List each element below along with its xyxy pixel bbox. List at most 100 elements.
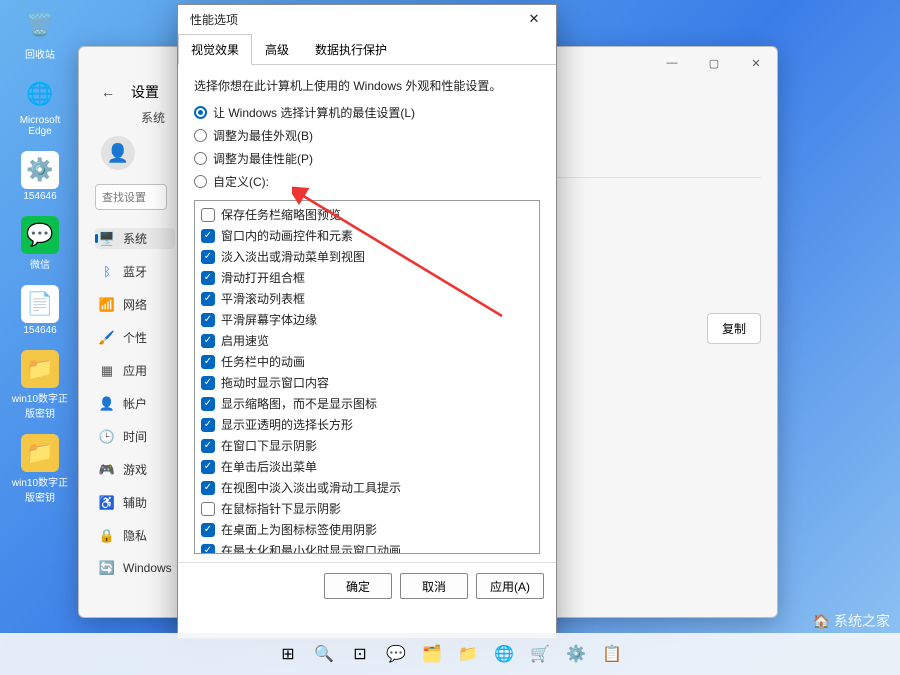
desktop-icon[interactable]: 🌐Microsoft Edge [10,75,70,137]
nav-icon: ▦ [99,363,115,379]
sidebar-item[interactable]: 🎮游戏 [95,459,175,480]
checkbox-label: 在最大化和最小化时显示窗口动画 [221,542,401,554]
radio-icon [194,106,207,119]
copy-button[interactable]: 复制 [707,313,761,344]
sidebar-item[interactable]: 🕒时间 [95,426,175,447]
checkbox-label: 滑动打开组合框 [221,269,305,286]
radio-label: 调整为最佳外观(B) [213,127,313,144]
sidebar-item[interactable]: 🔒隐私 [95,525,175,546]
checkbox-label: 淡入淡出或滑动菜单到视图 [221,248,365,265]
checkbox-icon: ✓ [201,292,215,306]
checkbox-icon: ✓ [201,418,215,432]
checkbox-row[interactable]: ✓ 平滑滚动列表框 [201,289,533,308]
checkbox-row[interactable]: ✓ 在视图中淡入淡出或滑动工具提示 [201,478,533,497]
nav-label: Windows [123,561,172,575]
settings-title: 设置 [131,82,159,102]
checkbox-row[interactable]: ✓在窗口下显示阴影 [201,436,533,455]
nav-label: 应用 [123,362,147,379]
perf-tab[interactable]: 视觉效果 [178,34,252,65]
apply-button[interactable]: 应用(A) [476,573,544,599]
dialog-close-button[interactable]: ✕ [518,7,550,31]
taskbar-icon[interactable]: ⊡ [346,640,374,668]
desktop-icon[interactable]: ⚙️154646 [10,151,70,202]
taskbar-icon[interactable]: 📋 [598,640,626,668]
settings-close-button[interactable]: ✕ [735,47,777,79]
desktop-icon[interactable]: 📁win10数字正版密钥 [10,434,70,504]
checkbox-icon [201,502,215,516]
checkbox-label: 在窗口下显示阴影 [221,437,317,454]
checkbox-row[interactable]: ✓平滑屏幕字体边缘 [201,310,533,329]
taskbar-icon[interactable]: 📁 [454,640,482,668]
radio-option[interactable]: 让 Windows 选择计算机的最佳设置(L) [194,104,540,121]
checkbox-icon: ✓ [201,250,215,264]
checkbox-label: 任务栏中的动画 [221,353,305,370]
checkbox-row[interactable]: ✓窗口内的动画控件和元素 [201,226,533,245]
checkbox-icon: ✓ [201,523,215,537]
checkbox-row[interactable]: ✓启用速览 [201,331,533,350]
checkbox-label: 拖动时显示窗口内容 [221,374,329,391]
back-button[interactable]: ← [95,79,121,105]
taskbar-icon[interactable]: ⊞ [274,640,302,668]
radio-label: 调整为最佳性能(P) [213,150,313,167]
sidebar-item[interactable]: ▦ 应用 [95,360,175,381]
checkbox-row[interactable]: 在鼠标指针下显示阴影 [201,499,533,518]
checkbox-row[interactable]: 保存任务栏缩略图预览 [201,205,533,224]
sidebar-item[interactable]: 📶网络 [95,294,175,315]
sidebar-item[interactable]: 🔄 Windows [95,558,175,578]
checkbox-row[interactable]: ✓在单击后淡出菜单 [201,457,533,476]
checkbox-icon: ✓ [201,334,215,348]
nav-icon: ♿ [99,495,115,511]
desktop-icon[interactable]: 💬微信 [10,216,70,271]
checkbox-row[interactable]: ✓ 显示亚透明的选择长方形 [201,415,533,434]
desktop-icon[interactable]: 🗑️回收站 [10,6,70,61]
ok-button[interactable]: 确定 [324,573,392,599]
perf-tab[interactable]: 高级 [252,34,302,65]
desktop-icons: 🗑️回收站 🌐Microsoft Edge ⚙️154646 💬微信 📄154646 📁w… [10,6,70,504]
radio-option[interactable]: 自定义(C): [194,173,540,190]
checkbox-row[interactable]: ✓滑动打开组合框 [201,268,533,287]
visual-effects-list[interactable]: 保存任务栏缩略图预览✓窗口内的动画控件和元素✓淡入淡出或滑动菜单到视图✓滑动打开… [194,200,540,554]
settings-max-button[interactable]: ▢ [693,47,735,79]
search-input[interactable]: 查找设置 [95,184,167,210]
checkbox-row[interactable]: ✓在最大化和最小化时显示窗口动画 [201,541,533,554]
radio-label: 让 Windows 选择计算机的最佳设置(L) [213,104,415,121]
nav-label: 系统 [123,230,147,247]
sidebar-item[interactable]: 🖌️个性 [95,327,175,348]
watermark: 🏠 系统之家 [813,611,890,631]
desktop-icon[interactable]: 📁win10数字正版密钥 [10,350,70,420]
radio-option[interactable]: 调整为最佳性能(P) [194,150,540,167]
taskbar-icon[interactable]: 🌐 [490,640,518,668]
cancel-button[interactable]: 取消 [400,573,468,599]
taskbar-icon[interactable]: 🔍 [310,640,338,668]
checkbox-icon: ✓ [201,481,215,495]
taskbar-icon[interactable]: 🗂️ [418,640,446,668]
checkbox-label: 显示亚透明的选择长方形 [221,416,353,433]
settings-min-button[interactable]: — [651,47,693,79]
sidebar-item[interactable]: ♿ 辅助 [95,492,175,513]
checkbox-row[interactable]: ✓任务栏中的动画 [201,352,533,371]
nav-label: 网络 [123,296,147,313]
desktop-icon[interactable]: 📄154646 [10,285,70,336]
nav-icon: 🔄 [99,560,115,576]
checkbox-row[interactable]: ✓显示缩略图，而不是显示图标 [201,394,533,413]
taskbar-icon[interactable]: ⚙️ [562,640,590,668]
checkbox-row[interactable]: ✓在桌面上为图标标签使用阴影 [201,520,533,539]
checkbox-label: 平滑滚动列表框 [221,290,305,307]
nav-label: 辅助 [123,494,147,511]
sidebar-item[interactable]: 🖥️系统 [95,228,175,249]
taskbar-icon[interactable]: 💬 [382,640,410,668]
radio-label: 自定义(C): [213,173,269,190]
avatar[interactable]: 👤 [101,136,135,170]
nav-label: 时间 [123,428,147,445]
checkbox-label: 在视图中淡入淡出或滑动工具提示 [221,479,401,496]
checkbox-icon [201,208,215,222]
checkbox-row[interactable]: ✓拖动时显示窗口内容 [201,373,533,392]
checkbox-label: 在单击后淡出菜单 [221,458,317,475]
perf-tab[interactable]: 数据执行保护 [302,34,400,65]
radio-option[interactable]: 调整为最佳外观(B) [194,127,540,144]
sidebar-item[interactable]: 👤帐户 [95,393,175,414]
taskbar-icon[interactable]: 🛒 [526,640,554,668]
sidebar-item[interactable]: ᛒ蓝牙 [95,261,175,282]
nav-icon: 🖌️ [99,330,115,346]
checkbox-row[interactable]: ✓ 淡入淡出或滑动菜单到视图 [201,247,533,266]
